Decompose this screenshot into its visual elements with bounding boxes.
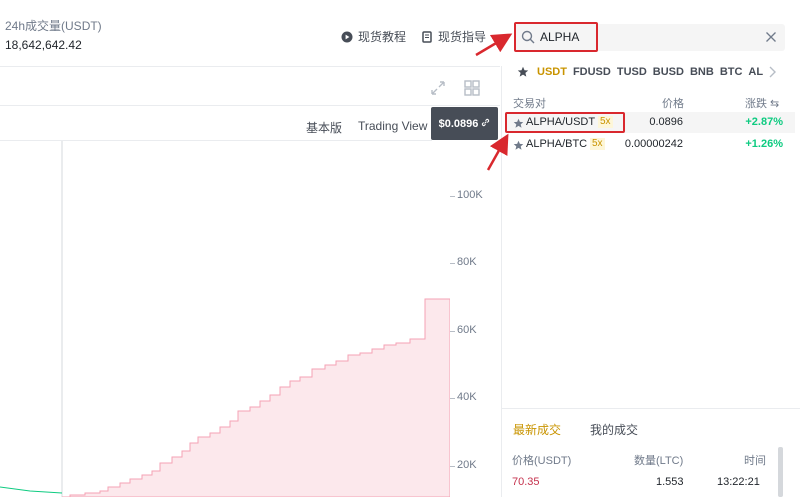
trade-col-time: 时间	[744, 455, 766, 467]
quote-tab-btc[interactable]: BTC	[720, 66, 743, 78]
panel-divider	[501, 66, 502, 497]
axis-label-60k: 60K	[457, 324, 477, 336]
trade-qty: 1.553	[656, 476, 684, 488]
arrow-to-pair	[486, 133, 509, 171]
current-price-pill[interactable]: $0.0896	[431, 107, 498, 140]
trade-col-price: 价格(USDT)	[512, 455, 572, 467]
axis-tick	[450, 398, 455, 399]
quote-tab-busd[interactable]: BUSD	[653, 66, 684, 78]
volume-label: 24h成交量(USDT)	[5, 19, 102, 33]
star-icon[interactable]	[513, 138, 524, 150]
favorites-star-icon[interactable]	[517, 66, 529, 78]
trades-scrollbar[interactable]	[778, 447, 783, 497]
col-head-change[interactable]: 涨跌 ⇆	[745, 95, 779, 111]
quote-tab-usdt[interactable]: USDT	[537, 66, 567, 78]
volume-value: 18,642,642.42	[5, 38, 82, 52]
pair-name: ALPHA/BTC	[526, 138, 588, 150]
chevron-right-icon[interactable]	[768, 66, 776, 81]
ask-depth-area	[62, 298, 450, 497]
book-icon	[421, 30, 433, 43]
header-divider	[0, 66, 500, 67]
trade-col-qty: 数量(LTC)	[634, 455, 684, 467]
trade-time: 13:22:21	[717, 476, 760, 488]
quote-tab-bnb[interactable]: BNB	[690, 66, 714, 78]
leverage-badge: 5x	[598, 116, 613, 128]
pair-price: 0.00000242	[624, 138, 683, 150]
quote-tab-al[interactable]: AL	[748, 66, 763, 78]
axis-tick	[450, 196, 455, 197]
col-head-pair: 交易对	[513, 98, 546, 110]
play-circle-icon	[341, 31, 353, 43]
axis-tick	[450, 466, 455, 467]
current-price-value: $0.0896	[438, 117, 479, 130]
trades-divider	[502, 408, 800, 409]
quote-tab-tusd[interactable]: TUSD	[617, 66, 647, 78]
star-icon[interactable]	[513, 116, 524, 128]
quote-tabs: USDT FDUSD TUSD BUSD BNB BTC AL	[517, 66, 769, 78]
pair-name: ALPHA/USDT	[526, 116, 596, 128]
tradingview-toggle[interactable]: Trading View	[358, 119, 427, 133]
bid-depth-line	[0, 486, 63, 494]
quote-tab-fdusd[interactable]: FDUSD	[573, 66, 611, 78]
axis-tick	[450, 263, 455, 264]
axis-tick	[450, 331, 455, 332]
axis-label-20k: 20K	[457, 459, 477, 471]
pair-row-alpha-usdt[interactable]: ALPHA/USDT 5x 0.0896 +2.87%	[505, 112, 795, 133]
search-icon	[521, 30, 535, 44]
pair-change: +2.87%	[745, 116, 783, 128]
grid-layout-icon[interactable]	[464, 80, 480, 96]
close-icon[interactable]	[765, 30, 777, 42]
link-icon	[481, 118, 490, 130]
spot-guide-label: 现货指导	[438, 30, 487, 44]
tab-latest-trades[interactable]: 最新成交	[513, 421, 561, 438]
pair-row-alpha-btc[interactable]: ALPHA/BTC 5x 0.00000242 +1.26%	[505, 134, 795, 155]
trade-price: 70.35	[512, 476, 540, 488]
depth-chart	[0, 141, 450, 497]
pair-price: 0.0896	[649, 116, 683, 128]
spot-tutorial-label: 现货教程	[358, 30, 407, 44]
col-head-price: 价格	[662, 98, 684, 110]
spot-guide-link[interactable]: 现货指导	[421, 28, 486, 45]
chart-toolbar-divider	[0, 105, 500, 106]
axis-label-40k: 40K	[457, 391, 477, 403]
tab-my-trades[interactable]: 我的成交	[590, 421, 638, 438]
basic-view-toggle[interactable]: 基本版	[306, 119, 342, 136]
axis-label-80k: 80K	[457, 256, 477, 268]
axis-label-100k: 100K	[457, 189, 483, 201]
expand-icon[interactable]	[430, 80, 446, 96]
spot-tutorial-link[interactable]: 现货教程	[341, 28, 406, 45]
leverage-badge: 5x	[590, 138, 605, 150]
pair-change: +1.26%	[745, 138, 783, 150]
search-input[interactable]	[540, 28, 740, 46]
